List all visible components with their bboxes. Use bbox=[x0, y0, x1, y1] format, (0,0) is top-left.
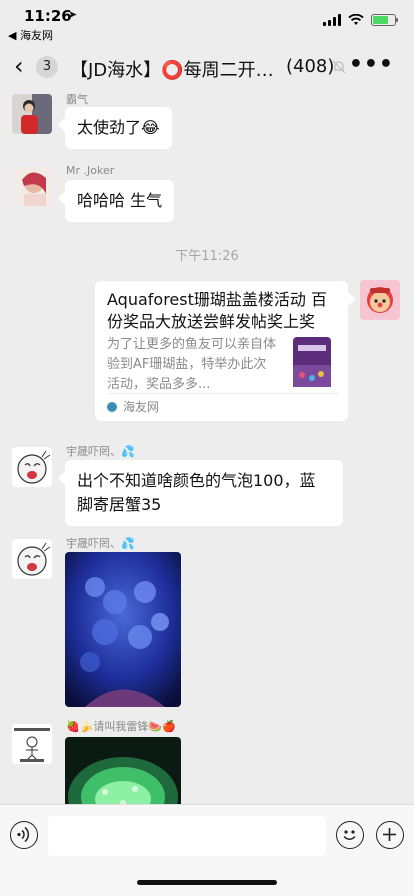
sender-name: 宇晟吓罔、💦 bbox=[66, 445, 135, 458]
cellular-signal-icon bbox=[323, 14, 341, 26]
battery-fill bbox=[373, 16, 388, 24]
chat-message-list[interactable]: 霸气 太使劲了😂 Mr .Joker 哈哈哈 生气 下午11:26 Aquafo… bbox=[0, 90, 414, 804]
message-bubble[interactable]: 出个不知道啥颜色的气泡100，蓝脚寄居蟹35 bbox=[65, 460, 343, 526]
avatar[interactable] bbox=[12, 539, 52, 579]
location-arrow-icon: ➤ bbox=[68, 8, 78, 21]
link-card[interactable]: Aquaforest珊瑚盐盖楼活动 百份奖品大放送尝鲜发帖奖上奖 为了让更多的鱼… bbox=[95, 281, 348, 421]
avatar[interactable] bbox=[12, 94, 52, 134]
sender-name: 宇晟吓罔、💦 bbox=[66, 537, 135, 550]
message-bubble[interactable]: 哈哈哈 生气 bbox=[65, 180, 175, 222]
status-time: 11:26 bbox=[24, 7, 72, 25]
emoji-button[interactable] bbox=[336, 821, 364, 849]
sender-name: Mr .Joker bbox=[66, 164, 115, 177]
wifi-icon bbox=[348, 14, 364, 25]
mute-bell-icon bbox=[332, 60, 346, 74]
avatar[interactable] bbox=[12, 447, 52, 487]
source-logo-icon bbox=[107, 402, 117, 412]
status-bar: 11:26 ➤ ◀ 海友网 bbox=[0, 0, 414, 44]
sender-name: 霸气 bbox=[66, 93, 88, 106]
link-card-title: Aquaforest珊瑚盐盖楼活动 百份奖品大放送尝鲜发帖奖上奖 bbox=[107, 290, 327, 331]
link-card-source: 海友网 bbox=[107, 393, 339, 421]
voice-input-button[interactable] bbox=[10, 821, 38, 849]
sender-name: 🍓🍌请叫我雷锋🍉🍎 bbox=[66, 720, 176, 733]
coral-photo[interactable] bbox=[65, 552, 181, 707]
avatar-self[interactable] bbox=[360, 280, 400, 320]
coral-photo[interactable] bbox=[65, 737, 181, 804]
avatar[interactable] bbox=[12, 724, 52, 764]
message-bubble[interactable]: 太使劲了😂 bbox=[65, 107, 172, 149]
member-count: (408) bbox=[286, 56, 335, 77]
avatar[interactable] bbox=[12, 166, 52, 206]
message-timestamp: 下午11:26 bbox=[175, 249, 239, 264]
chat-header: ‹ 3 【JD海水】⭕每周二开… (408) ••• bbox=[0, 44, 414, 90]
smiley-icon bbox=[343, 830, 356, 840]
salt-bag-thumbnail bbox=[293, 337, 331, 387]
link-card-description: 为了让更多的鱼友可以亲自体验到AF珊瑚盐，特举办此次活动，奖品多多... bbox=[107, 337, 277, 392]
more-options-button[interactable]: ••• bbox=[349, 52, 394, 77]
unread-count-badge[interactable]: 3 bbox=[36, 56, 58, 78]
plus-icon bbox=[383, 828, 396, 841]
link-card-source-name: 海友网 bbox=[123, 400, 160, 414]
battery-icon bbox=[371, 14, 398, 26]
more-actions-button[interactable] bbox=[376, 821, 404, 849]
message-text-input[interactable] bbox=[48, 816, 326, 856]
back-chevron-icon[interactable]: ‹ bbox=[14, 54, 24, 78]
voice-waves-icon bbox=[17, 826, 30, 843]
home-indicator[interactable] bbox=[137, 880, 277, 885]
back-to-app-link[interactable]: ◀ 海友网 bbox=[8, 27, 53, 43]
